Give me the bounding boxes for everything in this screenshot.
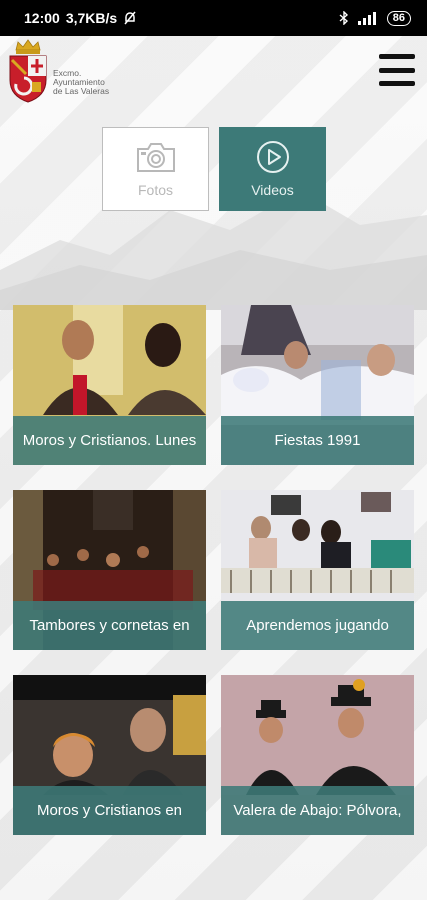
menu-bar-bottom bbox=[379, 81, 415, 86]
status-time: 12:00 bbox=[24, 10, 60, 26]
app-header: Excmo. Ayuntamiento de Las Valeras bbox=[0, 36, 427, 106]
video-title: Valera de Abajo: Pólvora, bbox=[221, 786, 414, 835]
signal-icon bbox=[357, 12, 376, 25]
video-title: Aprendemos jugando bbox=[221, 601, 414, 650]
tab-videos[interactable]: Videos bbox=[219, 127, 326, 211]
video-title: Tambores y cornetas en bbox=[13, 601, 206, 650]
logo-text-line3: de Las Valeras bbox=[53, 86, 110, 96]
battery-indicator: 86 bbox=[386, 10, 411, 26]
video-card-moros-en[interactable]: Moros y Cristianos en bbox=[13, 675, 206, 835]
video-card-aprendemos[interactable]: Aprendemos jugando bbox=[221, 490, 414, 650]
video-card-fiestas-1991[interactable]: Fiestas 1991 bbox=[221, 305, 414, 465]
video-card-valera-polvora[interactable]: Valera de Abajo: Pólvora, bbox=[221, 675, 414, 835]
video-card-tambores[interactable]: Tambores y cornetas en bbox=[13, 490, 206, 650]
status-bar: 12:00 3,7KB/s 86 bbox=[0, 0, 427, 36]
municipality-name: Excmo. Ayuntamiento de Las Valeras bbox=[53, 69, 109, 96]
tab-photos-label: Fotos bbox=[137, 182, 173, 198]
video-title: Moros y Cristianos. Lunes bbox=[13, 416, 206, 465]
status-speed: 3,7KB/s bbox=[65, 10, 118, 26]
camera-icon bbox=[136, 143, 175, 172]
status-right: 86 bbox=[339, 10, 411, 26]
hamburger-menu-icon[interactable] bbox=[379, 54, 415, 86]
tab-videos-label: Videos bbox=[251, 182, 294, 198]
bluetooth-icon bbox=[339, 11, 348, 25]
status-left: 12:00 3,7KB/s bbox=[24, 10, 137, 26]
video-title: Moros y Cristianos en bbox=[13, 786, 206, 835]
menu-bar-top bbox=[379, 54, 415, 59]
mountain-background bbox=[0, 190, 427, 310]
video-card-moros-lunes[interactable]: Moros y Cristianos. Lunes bbox=[13, 305, 206, 465]
video-title: Fiestas 1991 bbox=[221, 416, 414, 465]
mute-icon bbox=[124, 11, 136, 25]
tab-photos[interactable]: Fotos bbox=[102, 127, 209, 211]
menu-bar-middle bbox=[379, 67, 415, 73]
coat-of-arms-logo[interactable] bbox=[8, 38, 48, 104]
play-icon bbox=[256, 141, 289, 173]
